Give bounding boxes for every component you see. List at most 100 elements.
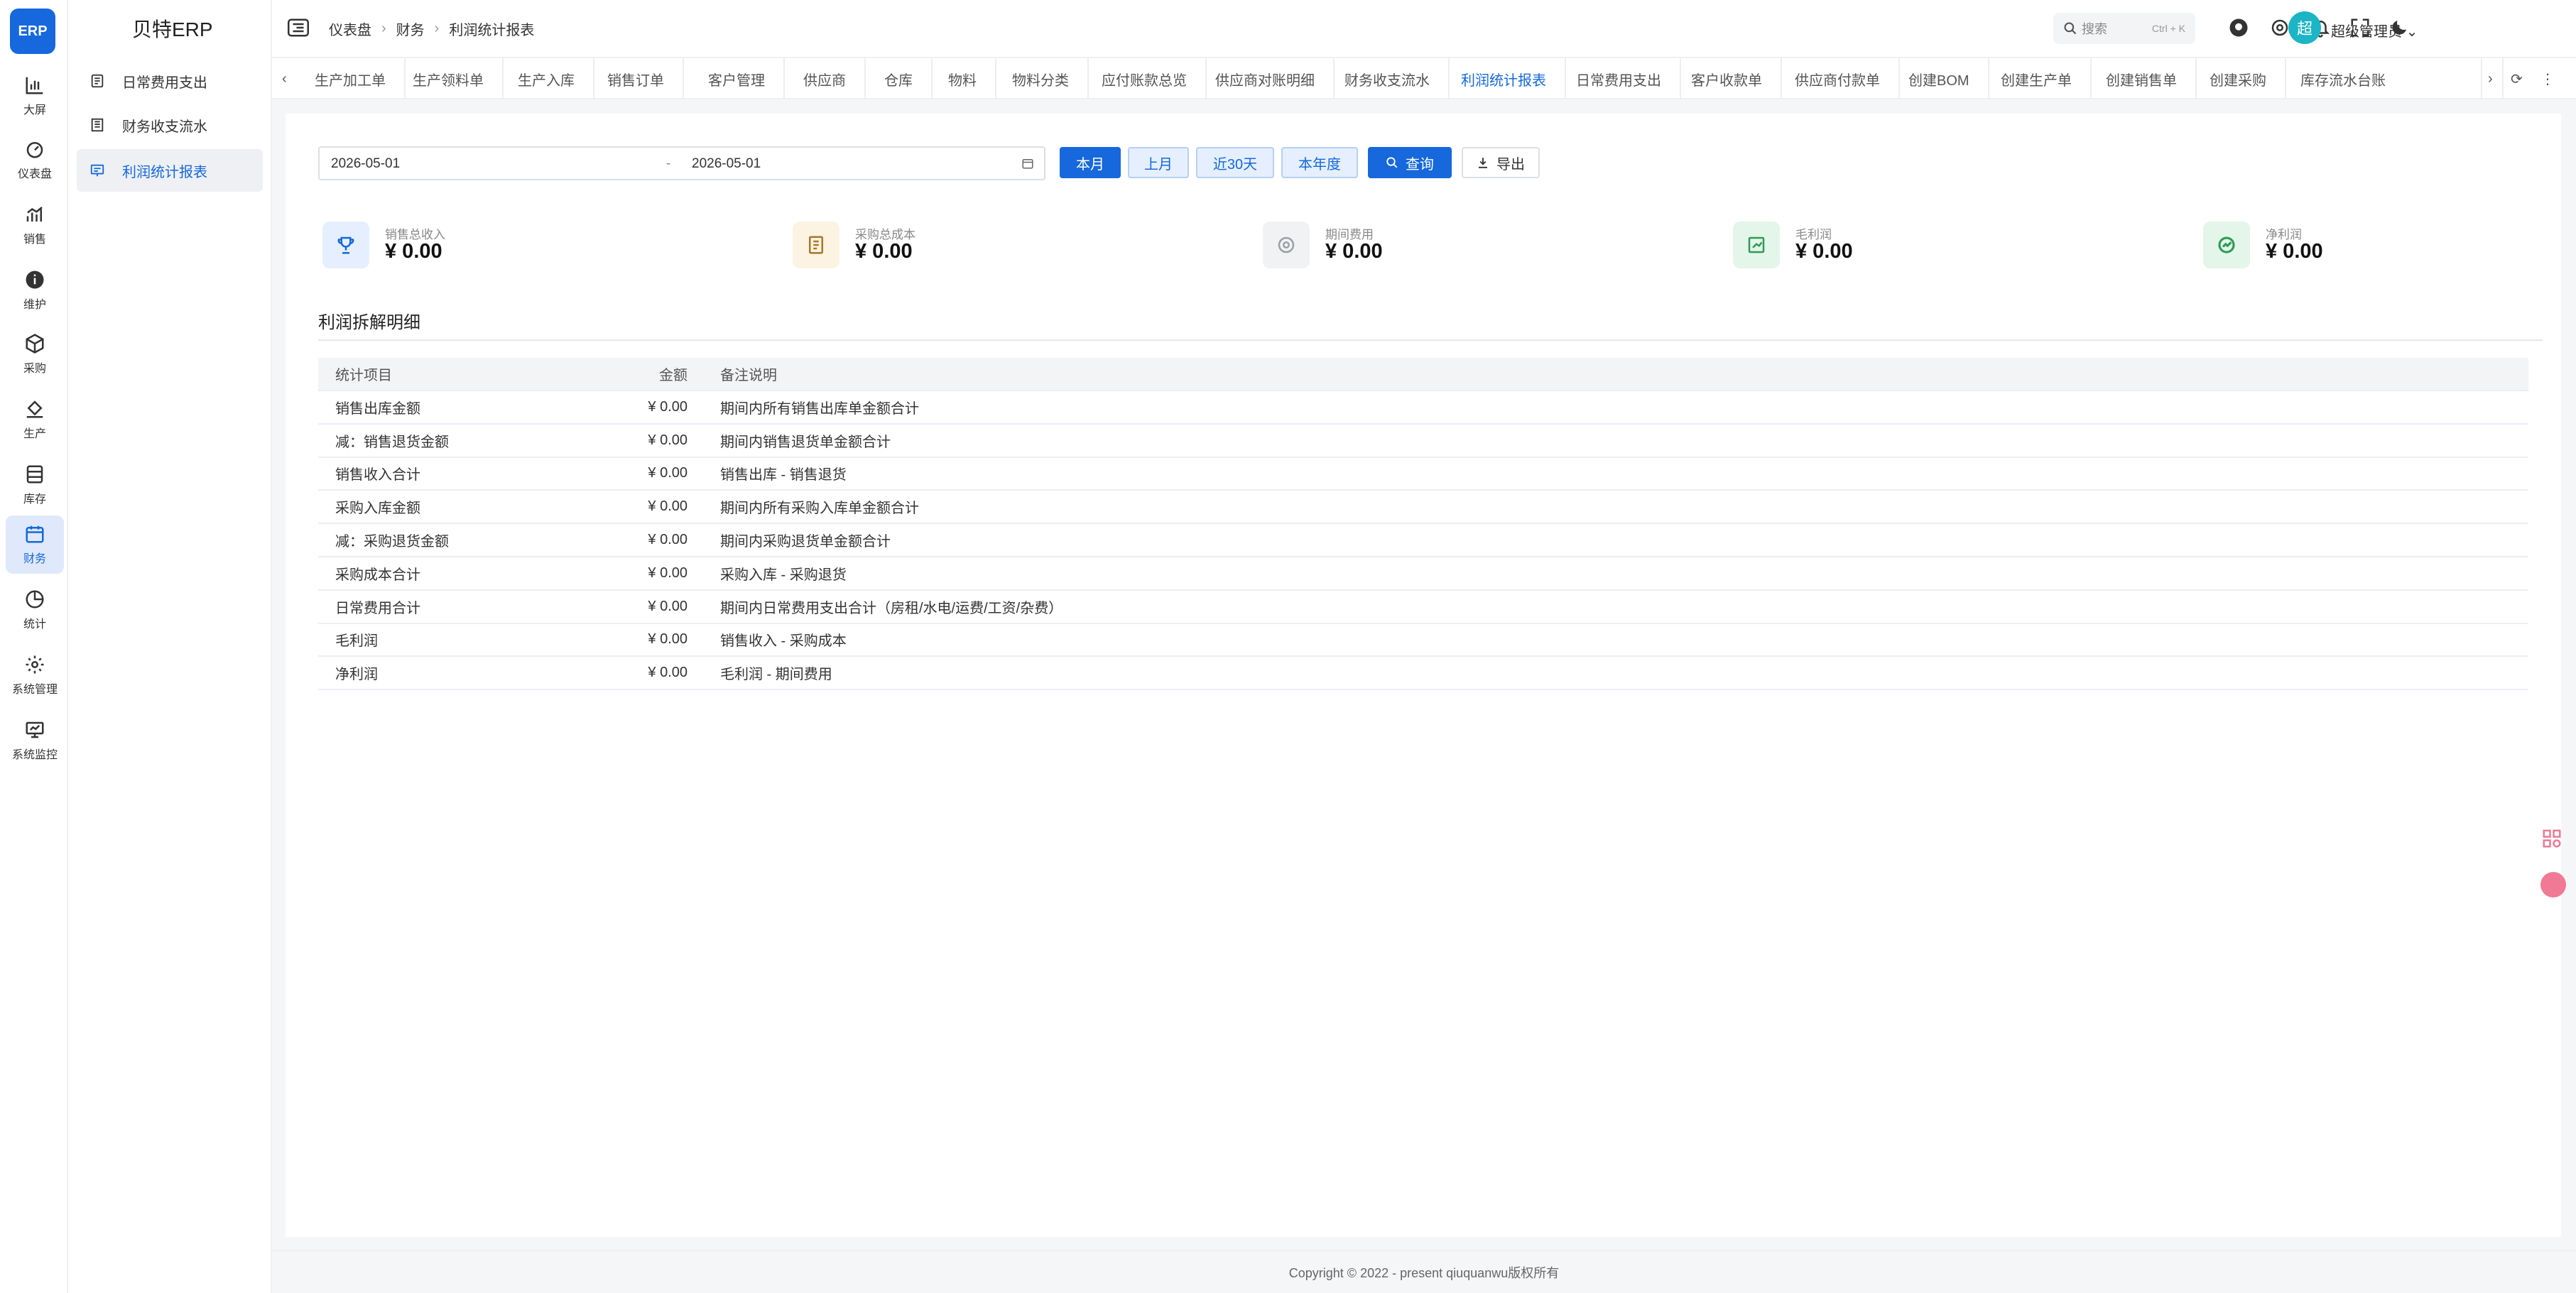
search-icon xyxy=(2064,22,2077,35)
tab[interactable]: 生产入库 xyxy=(499,58,594,99)
cell-item: 日常费用合计 xyxy=(318,589,602,624)
rail-label: 系统监控 xyxy=(11,749,58,761)
rail-item-sales[interactable]: 销售 xyxy=(6,196,64,254)
tab[interactable]: 供应商付款单 xyxy=(1776,58,1900,99)
tab-active[interactable]: 利润统计报表 xyxy=(1442,58,1566,99)
rail-item-statistics[interactable]: 统计 xyxy=(6,581,64,639)
stat-value: ¥ 0.00 xyxy=(385,240,442,263)
table-row: 采购成本合计 ¥ 0.00 采购入库 - 采购退货 xyxy=(318,556,2528,591)
cell-item: 毛利润 xyxy=(318,623,602,658)
rail-item-screen[interactable]: 大屏 xyxy=(6,67,64,125)
tab[interactable]: 库存流水台账 xyxy=(2282,58,2404,99)
table-row: 毛利润 ¥ 0.00 销售收入 - 采购成本 xyxy=(318,623,2528,658)
translate-icon[interactable] xyxy=(2540,872,2566,898)
tab[interactable]: 日常费用支出 xyxy=(1558,58,1681,99)
user-menu[interactable]: 超级管理员 ⌄ xyxy=(2331,20,2418,40)
export-label: 导出 xyxy=(1496,156,1525,173)
tab[interactable]: 供应商 xyxy=(785,58,866,99)
submenu-item-daily-expense[interactable]: 日常费用支出 xyxy=(77,60,263,102)
cell-remark: 销售收入 - 采购成本 xyxy=(688,623,2528,658)
tab[interactable]: 仓库 xyxy=(866,58,933,99)
tab[interactable]: 物料分类 xyxy=(994,58,1089,99)
breadcrumb-item-finance[interactable]: 财务 xyxy=(396,18,425,39)
widget-grid-icon[interactable] xyxy=(2541,828,2563,849)
this-year-button[interactable]: 本年度 xyxy=(1281,147,1358,178)
submenu-label: 日常费用支出 xyxy=(122,75,207,91)
rail-item-purchase[interactable]: 采购 xyxy=(6,325,64,383)
box-icon xyxy=(26,334,44,354)
pie-chart-icon xyxy=(26,590,44,609)
tab[interactable]: 创建销售单 xyxy=(2087,58,2197,99)
tab[interactable]: 客户收款单 xyxy=(1673,58,1782,99)
settings-icon[interactable] xyxy=(2269,17,2290,38)
last-month-button[interactable]: 上月 xyxy=(1128,147,1189,178)
export-button[interactable]: 导出 xyxy=(1462,147,1540,178)
submenu-item-cash-flow[interactable]: 财务收支流水 xyxy=(77,104,263,146)
global-search[interactable]: 搜索 Ctrl + K xyxy=(2053,13,2195,44)
tab[interactable]: 创建BOM xyxy=(1890,58,1989,99)
table-row: 净利润 ¥ 0.00 毛利润 - 期间费用 xyxy=(318,656,2528,691)
tab[interactable]: 生产加工单 xyxy=(296,58,406,99)
breadcrumb-item-dashboard[interactable]: 仪表盘 xyxy=(329,18,371,39)
tab[interactable]: 财务收支流水 xyxy=(1326,58,1450,99)
column-header-item: 统计项目 xyxy=(318,358,602,391)
refresh-icon[interactable]: ⟳ xyxy=(2502,58,2530,99)
query-button[interactable]: 查询 xyxy=(1368,147,1452,178)
rail-item-maintenance[interactable]: 维护 xyxy=(6,261,64,320)
avatar[interactable]: 超 xyxy=(2288,11,2321,44)
tab[interactable]: 创建采购 xyxy=(2191,58,2286,99)
tab[interactable]: 创建生产单 xyxy=(1982,58,2092,99)
cell-remark: 期间内所有采购入库单金额合计 xyxy=(688,490,2528,525)
last-30-days-button[interactable]: 近30天 xyxy=(1196,147,1274,178)
download-icon xyxy=(1479,158,1487,168)
cell-amount: ¥ 0.00 xyxy=(602,391,688,425)
profit-detail-table: 统计项目 金额 备注说明 销售出库金额 ¥ 0.00 期间内所有销售出库单金额合计 … xyxy=(318,358,2528,691)
tab[interactable]: 供应商对账明细 xyxy=(1197,58,1335,99)
column-header-remark: 备注说明 xyxy=(688,358,2528,391)
date-range-picker[interactable]: 2026-05-01 - 2026-05-01 xyxy=(318,146,1045,180)
rail-item-inventory[interactable]: 库存 xyxy=(6,456,64,514)
submenu-item-profit-report[interactable]: 利润统计报表 xyxy=(77,149,263,192)
tabs-scroll-left-icon[interactable]: ‹ xyxy=(272,58,291,99)
rail-item-production[interactable]: 生产 xyxy=(6,391,64,449)
table-row: 减：采购退货金额 ¥ 0.00 期间内采购退货单金额合计 xyxy=(318,523,2528,557)
section-title: 利润拆解明细 xyxy=(318,313,420,332)
storage-icon xyxy=(26,465,43,484)
tabs-scroll-right-icon[interactable]: › xyxy=(2481,58,2499,99)
search-shortcut: Ctrl + K xyxy=(2151,23,2185,34)
table-row: 日常费用合计 ¥ 0.00 期间内日常费用支出合计（房租/水电/运费/工资/杂费） xyxy=(318,589,2528,624)
tabs-bar: ‹ 生产加工单 生产领料单 生产入库 销售订单 客户管理 供应商 仓库 物料 物… xyxy=(272,57,2576,99)
copyright-text: Copyright © 2022 - present qiuquanwu版权所有 xyxy=(1288,1265,1560,1280)
tab[interactable]: 客户管理 xyxy=(690,58,785,99)
tab[interactable]: 生产领料单 xyxy=(394,58,504,99)
more-icon[interactable]: ⋮ xyxy=(2535,58,2560,99)
rail-label: 财务 xyxy=(23,553,46,565)
rail-label: 统计 xyxy=(23,618,46,631)
cell-amount: ¥ 0.00 xyxy=(602,589,688,624)
cell-remark: 毛利润 - 期间费用 xyxy=(688,656,2528,691)
start-date[interactable]: 2026-05-01 xyxy=(331,156,400,172)
end-date[interactable]: 2026-05-01 xyxy=(692,156,761,172)
brand-title: 贝特ERP xyxy=(132,18,213,40)
tab[interactable]: 销售订单 xyxy=(589,58,684,99)
this-month-button[interactable]: 本月 xyxy=(1060,147,1121,178)
calendar-icon xyxy=(1022,159,1033,169)
menu-toggle-icon[interactable] xyxy=(288,18,309,37)
app-logo[interactable]: ERP xyxy=(10,9,55,54)
tab[interactable]: 物料 xyxy=(930,58,996,99)
paint-bucket-icon xyxy=(26,400,43,418)
breadcrumb: 仪表盘 › 财务 › 利润统计报表 xyxy=(329,18,534,39)
cell-remark: 采购入库 - 采购退货 xyxy=(688,556,2528,591)
tab[interactable]: 应付账款总览 xyxy=(1083,58,1207,99)
github-icon[interactable] xyxy=(2228,17,2249,38)
cell-amount: ¥ 0.00 xyxy=(602,490,688,525)
rail-item-finance[interactable]: 财务 xyxy=(6,515,64,574)
table-row: 减：销售退货金额 ¥ 0.00 期间内销售退货单金额合计 xyxy=(318,423,2528,458)
rail-item-dashboard[interactable]: 仪表盘 xyxy=(6,131,64,189)
rail-item-system-monitor[interactable]: 系统监控 xyxy=(6,711,64,770)
stat-value: ¥ 0.00 xyxy=(2266,240,2323,263)
cell-remark: 期间内日常费用支出合计（房租/水电/运费/工资/杂费） xyxy=(688,589,2528,624)
submenu-label: 财务收支流水 xyxy=(122,119,207,135)
cell-remark: 期间内采购退货单金额合计 xyxy=(688,523,2528,557)
rail-item-system-admin[interactable]: 系统管理 xyxy=(6,646,64,704)
